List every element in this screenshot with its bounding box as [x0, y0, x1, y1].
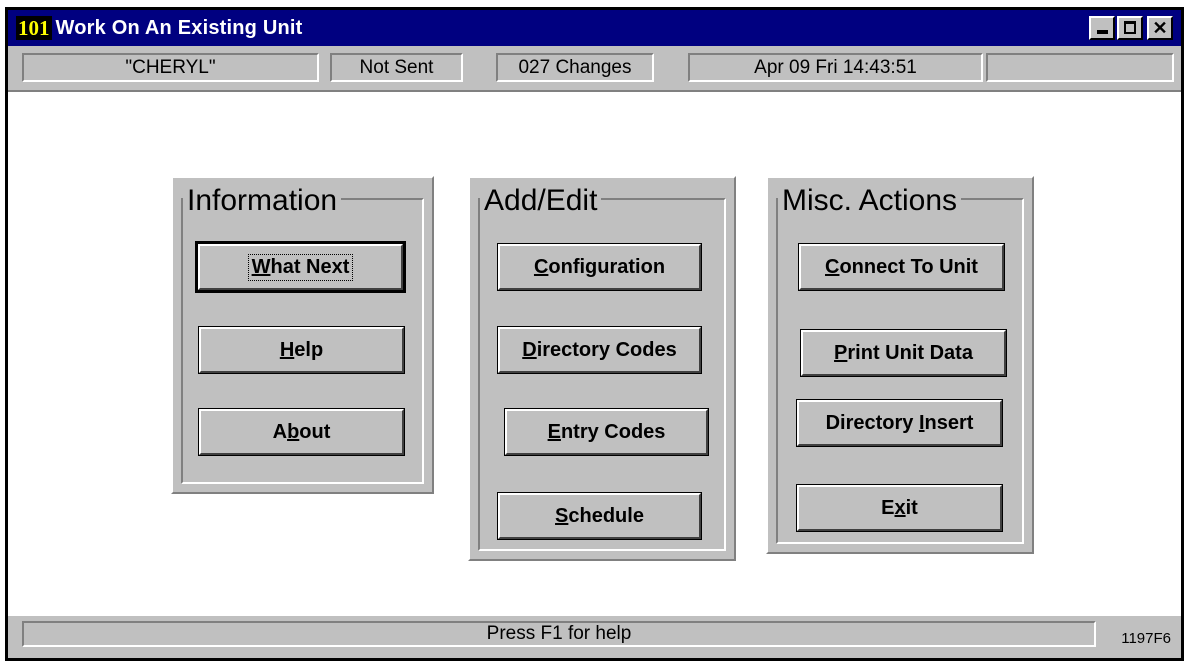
unit-name-pane: "CHERYL" — [22, 53, 319, 82]
close-icon: ✕ — [1152, 18, 1168, 38]
connect-to-unit-button[interactable]: Connect To Unit — [798, 243, 1005, 291]
add-edit-group: Add/Edit Configuration Directory Codes E… — [468, 176, 736, 561]
bottom-status-bar: Press F1 for help 1197F6 — [8, 614, 1181, 658]
about-button[interactable]: About — [198, 408, 405, 456]
top-status-bar: "CHERYL" Not Sent 027 Changes Apr 09 Fri… — [8, 46, 1181, 92]
minimize-button[interactable] — [1089, 16, 1115, 40]
changes-count-pane: 027 Changes — [496, 53, 654, 82]
extra-pane — [986, 53, 1174, 82]
print-unit-data-button[interactable]: Print Unit Data — [800, 329, 1007, 377]
minimize-icon — [1097, 30, 1108, 34]
figure-id-label: 1197F6 — [1121, 630, 1171, 647]
datetime-pane: Apr 09 Fri 14:43:51 — [688, 53, 983, 82]
what-next-button[interactable]: What Next — [195, 241, 406, 293]
misc-actions-group: Misc. Actions Connect To Unit Print Unit… — [766, 176, 1034, 554]
directory-insert-button[interactable]: Directory Insert — [796, 399, 1003, 447]
information-group: Information What Next Help About — [171, 176, 434, 494]
maximize-button[interactable] — [1117, 16, 1143, 40]
schedule-button[interactable]: Schedule — [497, 492, 702, 540]
configuration-button[interactable]: Configuration — [497, 243, 702, 291]
help-hint-pane: Press F1 for help — [22, 621, 1096, 647]
window-title: Work On An Existing Unit — [55, 16, 303, 39]
exit-button[interactable]: Exit — [796, 484, 1003, 532]
entry-codes-button[interactable]: Entry Codes — [504, 408, 709, 456]
add-edit-title: Add/Edit — [480, 184, 602, 218]
send-status-pane: Not Sent — [330, 53, 463, 82]
directory-codes-button[interactable]: Directory Codes — [497, 326, 702, 374]
help-button[interactable]: Help — [198, 326, 405, 374]
app-icon[interactable]: 101 — [16, 16, 52, 40]
main-window: 101 Work On An Existing Unit ✕ "CHERYL" … — [5, 7, 1184, 661]
close-button[interactable]: ✕ — [1147, 16, 1173, 40]
maximize-icon — [1124, 21, 1136, 34]
title-bar[interactable]: 101 Work On An Existing Unit ✕ — [8, 10, 1181, 46]
content-area: Information What Next Help About Add/Edi… — [8, 92, 1181, 614]
window-controls: ✕ — [1089, 16, 1173, 40]
misc-actions-title: Misc. Actions — [778, 184, 962, 218]
information-title: Information — [183, 184, 342, 218]
